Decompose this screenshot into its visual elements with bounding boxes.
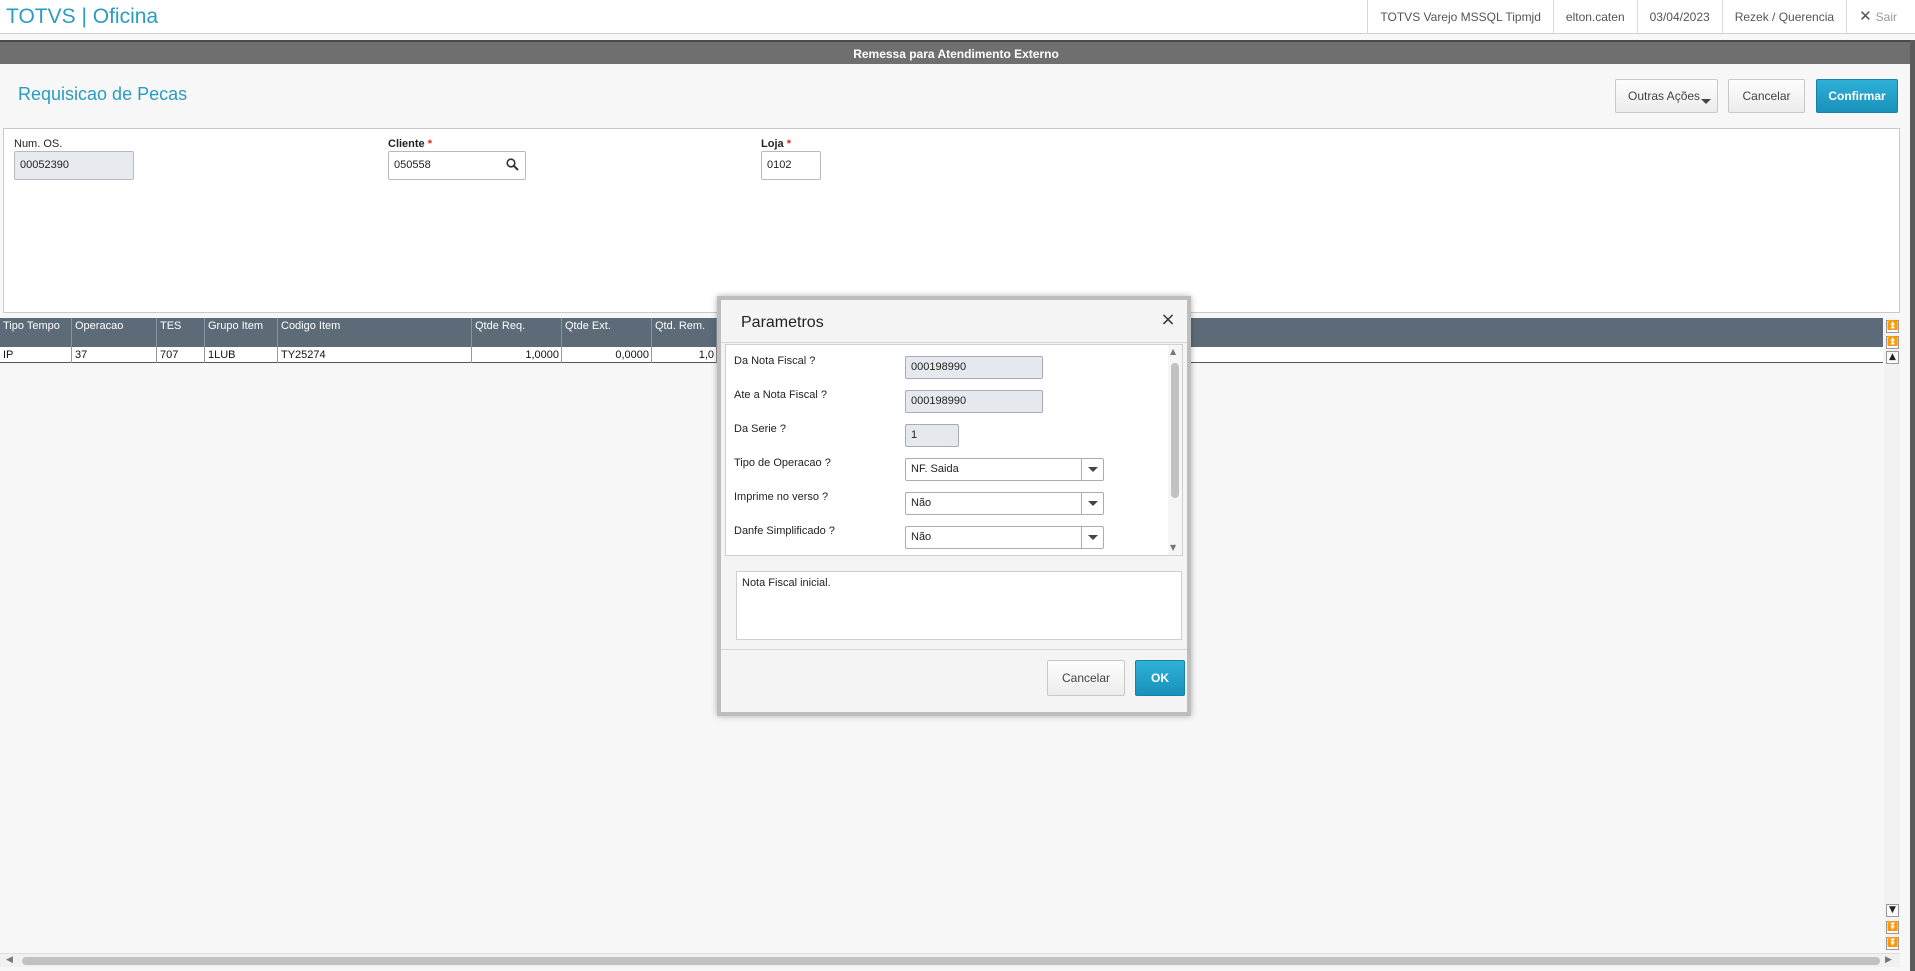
close-icon: ✕: [1859, 8, 1872, 25]
num-os-field[interactable]: 00052390: [14, 151, 134, 180]
column-header-operacao[interactable]: Operacao: [72, 318, 157, 347]
chevron-down-icon[interactable]: [1081, 527, 1103, 548]
cancel-button[interactable]: Cancelar: [1728, 79, 1805, 113]
chevron-down-icon[interactable]: [1081, 493, 1103, 514]
horizontal-scrollbar[interactable]: ◀ ▶: [0, 953, 1900, 967]
param-ate-nota-field[interactable]: 000198990: [905, 390, 1043, 413]
param-label-da-serie: Da Serie ?: [734, 423, 786, 435]
dialog-cancel-button[interactable]: Cancelar: [1047, 660, 1125, 696]
dialog-divider: [721, 342, 1187, 343]
cliente-label: Cliente *: [388, 138, 432, 150]
scroll-right-icon[interactable]: ▶: [1885, 955, 1892, 965]
outras-acoes-button[interactable]: Outras Ações: [1615, 79, 1718, 113]
outras-acoes-label: Outras Ações: [1628, 89, 1701, 103]
date-label[interactable]: 03/04/2023: [1636, 0, 1722, 34]
loja-label: Loja *: [761, 138, 791, 150]
cell-qtde-ext[interactable]: 0,0000: [562, 347, 652, 363]
scroll-down-icon[interactable]: ▼: [1886, 904, 1899, 917]
param-da-nota-field[interactable]: 000198990: [905, 356, 1043, 379]
column-header-tes[interactable]: TES: [157, 318, 205, 347]
cliente-label-text: Cliente: [388, 138, 425, 150]
cliente-value: 050558: [394, 159, 431, 171]
cell-tes[interactable]: 707: [157, 347, 205, 363]
confirm-button[interactable]: Confirmar: [1816, 79, 1898, 113]
param-label-ate-nota: Ate a Nota Fiscal ?: [734, 389, 827, 401]
params-scroll-thumb[interactable]: [1171, 363, 1179, 498]
param-label-da-nota: Da Nota Fiscal ?: [734, 355, 816, 367]
scroll-left-icon[interactable]: ◀: [6, 955, 13, 965]
scroll-down-icon[interactable]: ▼: [1170, 543, 1176, 552]
scroll-bottom-icon[interactable]: ⏬: [1886, 937, 1899, 950]
param-label-danfe-simplificado: Danfe Simplificado ?: [734, 525, 835, 537]
param-danfe-simplificado-select[interactable]: Não: [905, 526, 1104, 549]
logout-button[interactable]: ✕ Sair: [1846, 0, 1915, 34]
cell-tipo-tempo[interactable]: IP: [0, 347, 72, 363]
chevron-down-icon[interactable]: [1081, 459, 1103, 480]
column-header-codigo-item[interactable]: Codigo Item: [278, 318, 472, 347]
cell-qtde-req[interactable]: 1,0000: [472, 347, 562, 363]
params-list: Da Nota Fiscal ? 000198990 Ate a Nota Fi…: [725, 344, 1183, 556]
search-icon[interactable]: [506, 158, 519, 171]
select-value: NF. Saida: [911, 463, 959, 475]
close-icon[interactable]: ×: [1159, 310, 1177, 330]
scroll-up-icon[interactable]: ▲: [1886, 351, 1899, 364]
loja-field[interactable]: 0102: [761, 151, 821, 180]
dialog-footer-divider: [721, 649, 1187, 650]
page-title: Requisicao de Pecas: [18, 84, 188, 104]
param-label-tipo-operacao: Tipo de Operacao ?: [734, 457, 831, 469]
scroll-up-icon[interactable]: ▲: [1170, 347, 1176, 356]
cell-qtd-rem[interactable]: 1,0: [652, 347, 717, 363]
user-label[interactable]: elton.caten: [1552, 0, 1637, 34]
cell-grupo-item[interactable]: 1LUB: [205, 347, 278, 363]
parametros-dialog: Parametros × Da Nota Fiscal ? 000198990 …: [717, 296, 1191, 716]
app-title: TOTVS | Oficina: [6, 5, 159, 28]
select-value: Não: [911, 531, 932, 543]
environment-label[interactable]: TOTVS Varejo MSSQL Tipmjd: [1367, 0, 1553, 34]
param-help-text: Nota Fiscal inicial.: [736, 571, 1182, 640]
window-caption: Remessa para Atendimento Externo: [0, 40, 1912, 64]
vertical-scrollbar[interactable]: [1884, 318, 1900, 950]
scroll-top-icon[interactable]: ⏫: [1886, 320, 1899, 333]
dialog-ok-button[interactable]: OK: [1135, 660, 1185, 696]
column-header-grupo-item[interactable]: Grupo Item: [205, 318, 278, 347]
column-header-tipo-tempo[interactable]: Tipo Tempo: [0, 318, 72, 347]
select-value: Não: [911, 497, 932, 509]
param-da-serie-field[interactable]: 1: [905, 424, 959, 447]
params-scrollbar[interactable]: ▲ ▼: [1168, 345, 1182, 555]
branch-label[interactable]: Rezek / Querencia: [1721, 0, 1846, 34]
cliente-field[interactable]: 050558: [388, 151, 526, 180]
chevron-down-icon: [1701, 99, 1711, 104]
dialog-title: Parametros: [741, 314, 824, 331]
column-header-qtd-rem[interactable]: Qtd. Rem.: [652, 318, 717, 347]
param-label-imprime-verso: Imprime no verso ?: [734, 491, 829, 503]
session-info: TOTVS Varejo MSSQL Tipmjd elton.caten 03…: [1367, 0, 1915, 34]
required-mark: *: [786, 138, 791, 150]
param-tipo-operacao-select[interactable]: NF. Saida: [905, 458, 1104, 481]
scroll-page-down-icon[interactable]: ⏬: [1886, 921, 1899, 934]
form-panel: Num. OS. 00052390 Cliente * 050558 Loja …: [3, 128, 1900, 313]
loja-label-text: Loja: [761, 138, 784, 150]
param-imprime-verso-select[interactable]: Não: [905, 492, 1104, 515]
cell-codigo-item[interactable]: TY25274: [278, 347, 472, 363]
window-right-border: [1910, 40, 1915, 971]
column-header-qtde-req[interactable]: Qtde Req.: [472, 318, 562, 347]
cell-operacao[interactable]: 37: [72, 347, 157, 363]
horizontal-scroll-thumb[interactable]: [22, 957, 1880, 965]
scroll-page-up-icon[interactable]: ⏫: [1886, 336, 1899, 349]
num-os-label: Num. OS.: [14, 138, 63, 150]
top-bar: TOTVS | Oficina TOTVS Varejo MSSQL Tipmj…: [0, 0, 1915, 34]
required-mark: *: [427, 138, 433, 150]
column-header-qtde-ext[interactable]: Qtde Ext.: [562, 318, 652, 347]
logout-label: Sair: [1875, 10, 1897, 24]
